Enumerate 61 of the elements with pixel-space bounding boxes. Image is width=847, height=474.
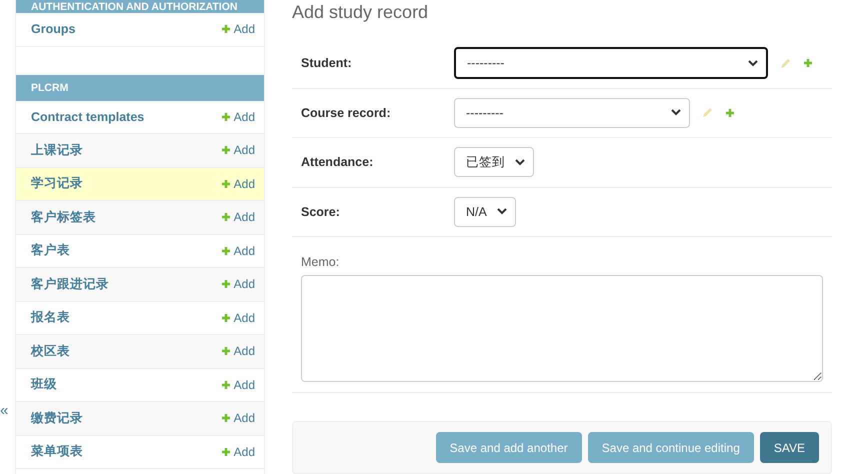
model-link[interactable]: 客户跟进记录 xyxy=(31,276,109,293)
save-button[interactable]: Save and continue editing xyxy=(588,432,754,463)
add-link[interactable]: Add xyxy=(220,210,255,224)
model-link[interactable]: 客户标签表 xyxy=(31,208,96,226)
add-link[interactable]: Add xyxy=(220,310,255,325)
save-button[interactable]: Save and add another xyxy=(436,432,582,463)
add-link[interactable]: Add xyxy=(220,110,255,124)
field-label: Course record: xyxy=(301,106,392,120)
plus-icon xyxy=(220,112,231,122)
chevron-icon xyxy=(671,109,681,116)
model-link[interactable]: Groups xyxy=(31,22,76,36)
plus-icon xyxy=(220,178,231,189)
collapse-sidebar-button[interactable]: « xyxy=(0,403,8,418)
select-field[interactable]: 已签到 xyxy=(454,147,534,178)
add-link[interactable]: Add xyxy=(220,444,255,459)
plus-icon xyxy=(220,346,231,356)
plus-icon xyxy=(725,108,735,118)
field-label: Memo: xyxy=(301,255,340,269)
add-link[interactable]: Add xyxy=(220,411,255,426)
pencil-icon[interactable] xyxy=(780,58,791,69)
model-link[interactable]: 学习记录 xyxy=(31,175,83,192)
module-caption: AUTHENTICATION AND AUTHORIZATION xyxy=(16,0,264,13)
model-link[interactable]: 菜单项表 xyxy=(31,443,83,460)
add-link[interactable]: Add xyxy=(220,277,255,292)
field-label: Student: xyxy=(301,56,353,70)
plus-icon xyxy=(220,145,231,156)
add-link[interactable]: Add xyxy=(220,176,255,191)
field-label: Score: xyxy=(301,204,341,219)
plus-icon xyxy=(220,413,231,424)
add-link[interactable]: Add xyxy=(220,143,255,158)
plus-icon xyxy=(803,58,813,68)
pencil-icon[interactable] xyxy=(702,107,713,118)
model-link[interactable]: 校区表 xyxy=(31,342,70,360)
model-link[interactable]: Contract templates xyxy=(31,110,144,124)
memo-field[interactable] xyxy=(301,275,823,382)
field-label: Attendance: xyxy=(301,155,374,170)
plus-icon xyxy=(220,24,231,34)
plus-icon xyxy=(220,380,231,390)
select-field[interactable]: --------- xyxy=(454,98,690,128)
chevron-icon xyxy=(748,60,758,67)
plus-icon xyxy=(220,246,231,256)
model-link[interactable]: 客户表 xyxy=(31,242,70,260)
add-link[interactable]: Add xyxy=(220,22,255,36)
module-caption: PLCRM xyxy=(16,74,264,100)
page-title: Add study record xyxy=(292,2,430,23)
model-link[interactable]: 缴费记录 xyxy=(31,410,83,427)
chevron-icon xyxy=(515,158,525,166)
plus-icon xyxy=(220,212,231,222)
add-link[interactable]: Add xyxy=(220,344,255,358)
plus-icon xyxy=(220,446,231,457)
model-link[interactable]: 报名表 xyxy=(31,309,70,326)
add-link[interactable]: Add xyxy=(220,244,255,258)
select-field[interactable]: N/A xyxy=(454,196,516,227)
save-button[interactable]: SAVE xyxy=(760,432,819,463)
plus-icon xyxy=(220,279,231,290)
plus-icon xyxy=(220,312,231,323)
add-link[interactable]: Add xyxy=(220,378,255,392)
model-link[interactable]: 上课记录 xyxy=(31,142,83,159)
chevron-icon xyxy=(496,208,507,216)
model-link[interactable]: 班级 xyxy=(31,376,57,394)
select-field[interactable]: --------- xyxy=(454,47,768,80)
